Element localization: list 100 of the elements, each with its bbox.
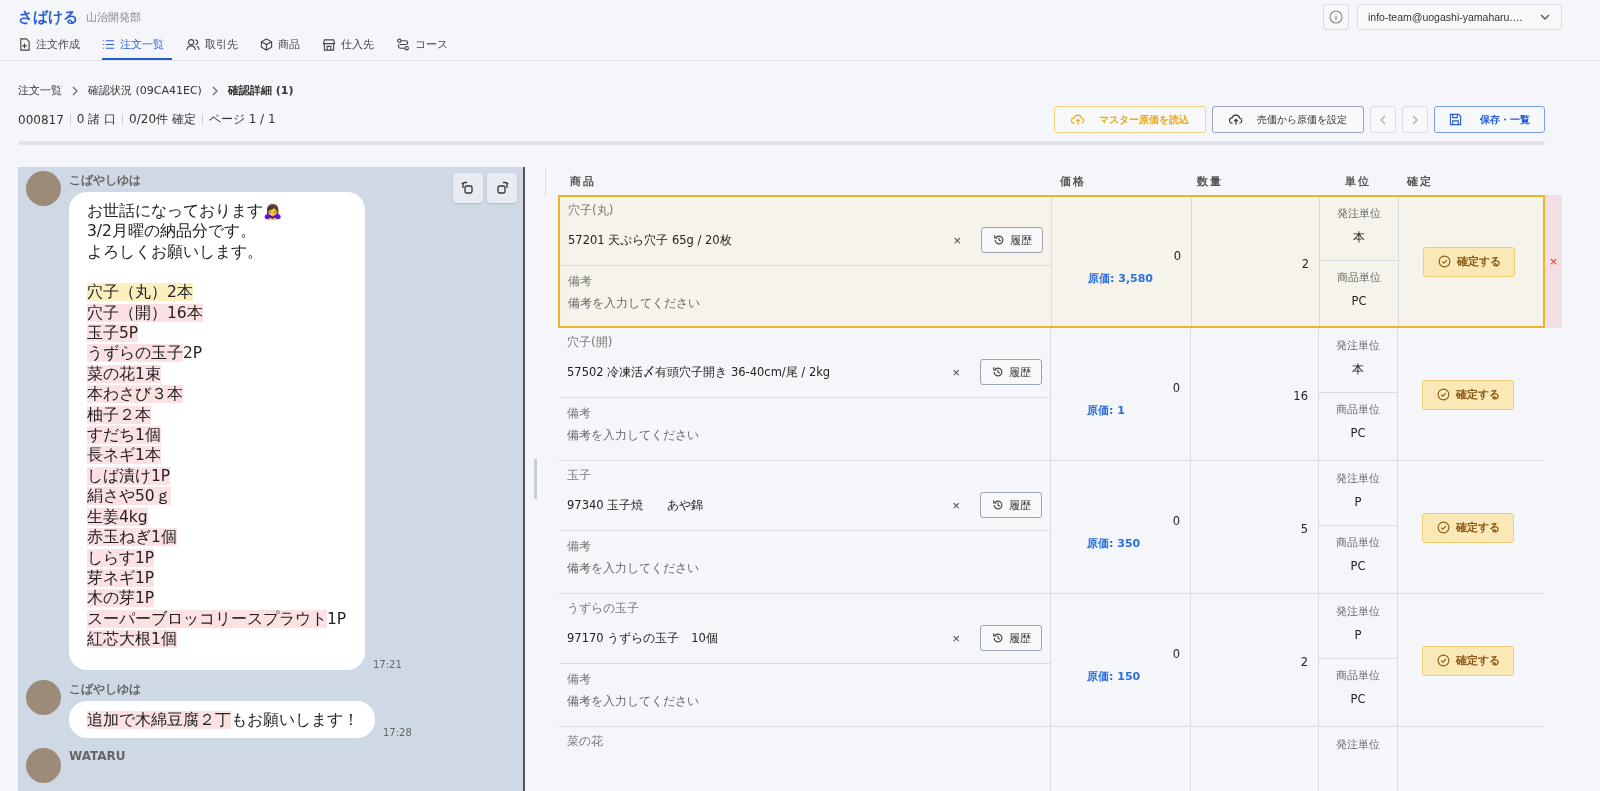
route-icon: [396, 37, 410, 51]
note-label: 備考: [568, 273, 593, 290]
organization-name: 山治開発部: [86, 9, 141, 25]
message-text: 3/2月曜の納品分です。: [87, 222, 256, 241]
confirm-button[interactable]: 確定する: [1422, 645, 1514, 676]
message-text: 生姜4kg: [87, 507, 148, 526]
avatar: [26, 679, 61, 715]
nav-tab[interactable]: 注文一覧: [102, 34, 172, 60]
rotate-right-button[interactable]: [487, 173, 517, 203]
unit-label: 商品単位: [1336, 668, 1380, 683]
message-text: しば漬け1P: [87, 466, 171, 485]
price-value: 0: [1172, 381, 1180, 395]
column-header: 単位: [1343, 173, 1372, 189]
note-label: 備考: [567, 671, 592, 688]
nav-tab[interactable]: 注文作成: [18, 34, 88, 60]
avatar: [26, 747, 61, 783]
column-header: 確定: [1406, 173, 1435, 189]
avatar: [26, 171, 61, 206]
unit-label: 商品単位: [1336, 402, 1380, 417]
confirm-button[interactable]: 確定する: [1422, 379, 1514, 410]
order-stat: 0 諸 口: [76, 111, 117, 128]
chevron-left-icon: [1379, 114, 1387, 125]
check-circle-icon: [1436, 388, 1450, 401]
unit-value: 本: [1352, 362, 1364, 377]
history-button[interactable]: 履歴: [980, 492, 1042, 518]
nav-tab[interactable]: 取引先: [186, 34, 246, 60]
action-button[interactable]: 売価から原価を設定: [1212, 106, 1364, 133]
app-logo[interactable]: さばける: [18, 7, 78, 27]
document-plus-icon: [18, 37, 31, 51]
save-icon: [1449, 113, 1462, 126]
unit-value: P: [1354, 628, 1362, 642]
history-icon: [992, 234, 1005, 246]
message-text: 玉子5P: [87, 324, 139, 343]
clear-button[interactable]: ×: [952, 497, 960, 513]
note-label: 備考: [567, 405, 592, 422]
message-text: 穴子（丸）2本: [87, 283, 193, 302]
cloud-upload-icon: [1229, 113, 1243, 126]
unit-label: 商品単位: [1336, 535, 1380, 550]
clear-button[interactable]: ×: [953, 232, 961, 248]
item-label: 菜の花: [567, 733, 604, 750]
message-text: 追加で木綿豆腐２丁: [87, 710, 231, 729]
message-time: 17:21: [373, 658, 402, 670]
clear-button[interactable]: ×: [952, 630, 960, 646]
product-name: 97170 うずらの玉子 10個: [567, 630, 719, 646]
message-text: スーパーブロッコリースプラウト: [87, 609, 327, 628]
message-text: 赤玉ねぎ1個: [87, 528, 177, 547]
sender-name: WATARU: [69, 748, 126, 763]
note-input[interactable]: 備考を入力してください: [567, 561, 867, 575]
unit-value: PC: [1350, 692, 1366, 706]
message-text: 2P: [183, 344, 203, 363]
unit-label: 発注単位: [1336, 338, 1380, 353]
quantity-value: 5: [1300, 522, 1308, 538]
message-time: 17:28: [383, 726, 412, 738]
nav-tab[interactable]: コース: [396, 34, 456, 60]
action-button[interactable]: 保存・一覧: [1434, 106, 1545, 133]
confirm-button[interactable]: 確定する: [1423, 246, 1515, 277]
breadcrumb-link[interactable]: 確認状況 (09CA41EC): [88, 83, 202, 98]
note-label: 備考: [567, 538, 592, 555]
message-text: もお願いします！: [231, 710, 359, 729]
info-button[interactable]: [1323, 4, 1349, 30]
nav-tab[interactable]: 仕入先: [322, 34, 382, 60]
rotate-left-button[interactable]: [453, 173, 483, 203]
message-text: 木の芽1P: [87, 589, 155, 608]
message-text: 1P: [327, 609, 347, 628]
unit-value: PC: [1350, 559, 1366, 573]
clear-button[interactable]: ×: [952, 364, 960, 380]
sender-name: こばやしゆは: [69, 680, 142, 698]
remove-button[interactable]: ×: [1549, 254, 1558, 269]
unit-label: 発注単位: [1337, 206, 1381, 221]
price-value: 0: [1172, 514, 1180, 528]
history-button[interactable]: 履歴: [980, 625, 1042, 651]
cloud-upload-icon: [1071, 113, 1085, 126]
message-text: すだち1個: [87, 426, 161, 445]
item-label: 玉子: [567, 467, 592, 484]
confirm-button[interactable]: 確定する: [1422, 512, 1514, 543]
column-header: 数量: [1196, 173, 1225, 189]
message-text: しらす1P: [87, 548, 155, 567]
chevron-right-icon: [1411, 114, 1419, 125]
history-button[interactable]: 履歴: [980, 359, 1042, 385]
message-text: うずらの玉子: [87, 344, 183, 363]
check-circle-icon: [1436, 521, 1450, 534]
message-text: よろしくお願いします。: [87, 242, 263, 261]
unit-label: 商品単位: [1337, 270, 1381, 285]
cost-price: 原価: 3,580: [1088, 271, 1155, 286]
column-header: 商品: [569, 173, 597, 189]
check-circle-icon: [1436, 654, 1450, 667]
breadcrumb-link[interactable]: 注文一覧: [18, 83, 62, 98]
note-input[interactable]: 備考を入力してください: [568, 296, 868, 310]
chevron-right-icon: [210, 85, 219, 96]
message-text: 芽ネギ1P: [87, 568, 155, 587]
unit-value: PC: [1350, 426, 1366, 440]
history-button[interactable]: 履歴: [981, 227, 1043, 253]
message-text: 紅芯大根1個: [87, 630, 177, 649]
nav-tab[interactable]: 商品: [260, 34, 308, 60]
note-input[interactable]: 備考を入力してください: [567, 694, 867, 708]
note-input[interactable]: 備考を入力してください: [567, 428, 867, 442]
unit-value: PC: [1351, 294, 1367, 308]
message-text: 本わさび３本: [87, 385, 183, 404]
account-dropdown[interactable]: info-team@uogashi-yamaharu.…: [1357, 4, 1562, 30]
item-label: うずらの玉子: [567, 600, 640, 617]
